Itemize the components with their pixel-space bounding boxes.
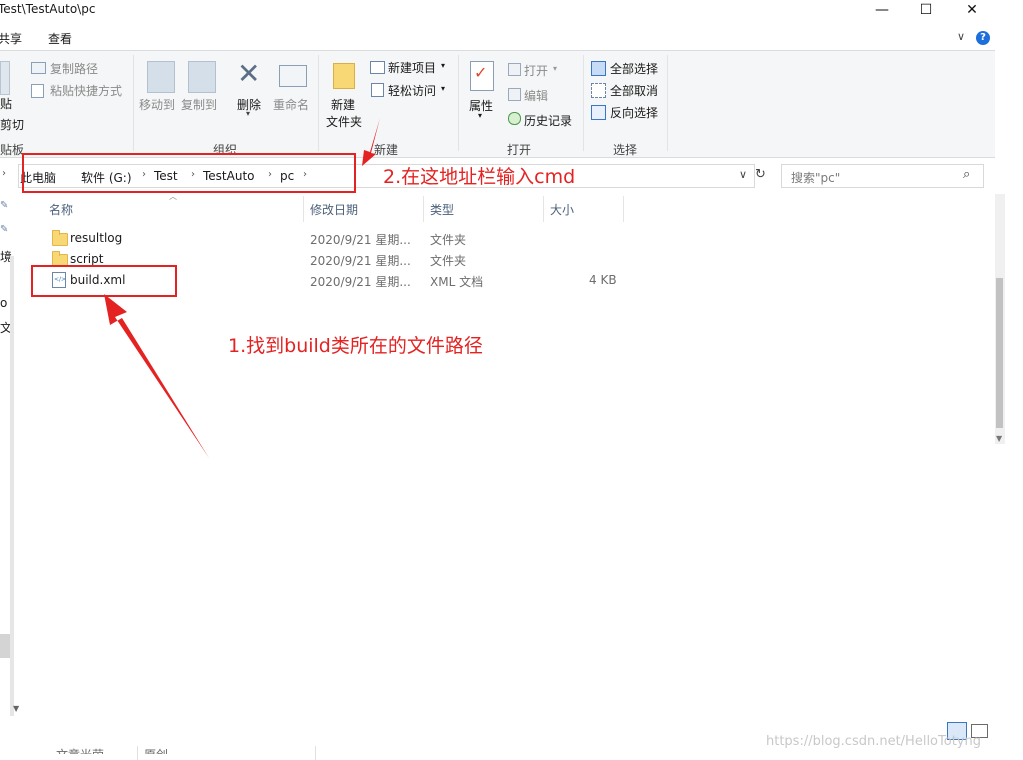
watermark: https://blog.csdn.net/HelloTotyng — [766, 734, 981, 749]
annotation-arrows — [104, 118, 380, 458]
annotation-step1: 1.找到build类所在的文件路径 — [228, 335, 483, 357]
status-partial-mid: 原创 — [144, 746, 168, 754]
status-partial-left: 文章光荣 — [56, 746, 104, 754]
status-separator — [137, 746, 138, 760]
vertical-scrollbar[interactable] — [995, 194, 1005, 444]
scroll-down-icon[interactable]: ▼ — [996, 434, 1002, 443]
arrow-to-address — [362, 118, 380, 166]
arrow-to-file — [104, 294, 209, 458]
annotation-step2: 2.在这地址栏输入cmd — [383, 166, 576, 188]
scroll-thumb[interactable] — [996, 278, 1003, 428]
status-separator — [315, 746, 316, 760]
